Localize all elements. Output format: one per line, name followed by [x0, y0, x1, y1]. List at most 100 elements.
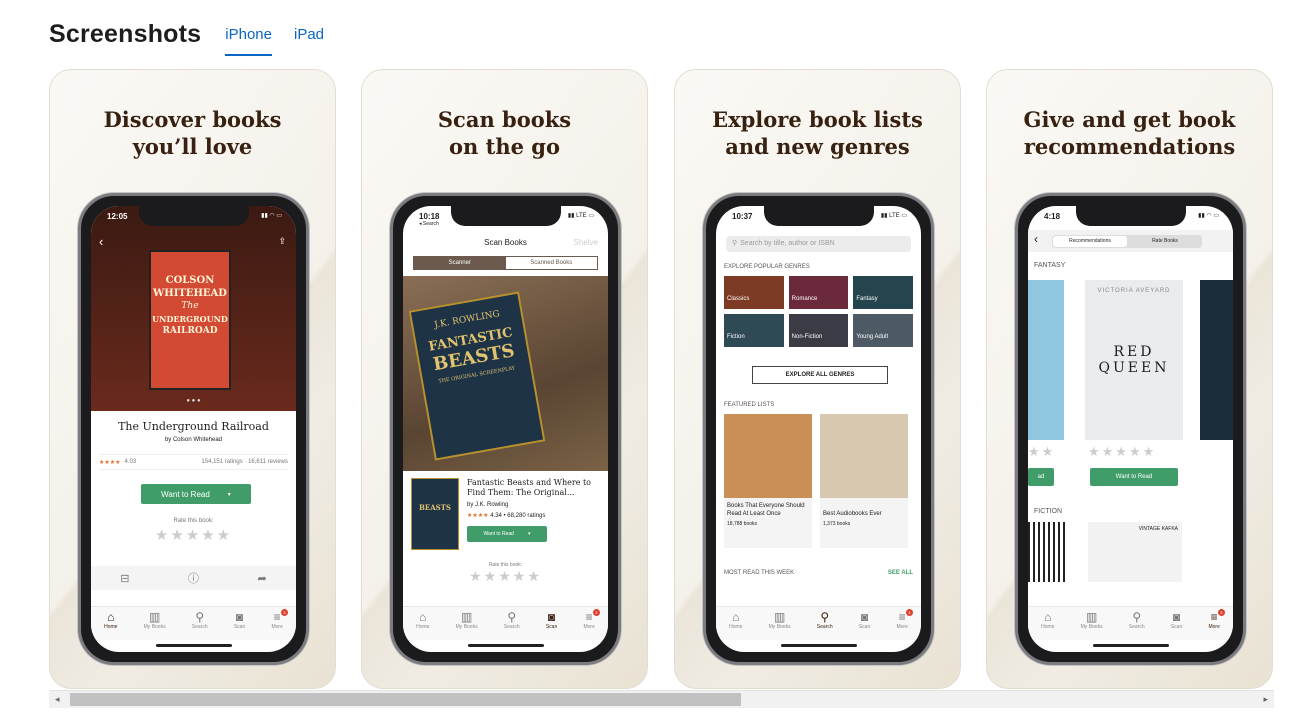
menu-icon: ≡	[1210, 610, 1218, 624]
want-to-read-button[interactable]: Want to Read ▾	[467, 526, 547, 542]
phone-frame: 12:05 ▮▮ ◠ ▭ ‹ ⇪ COLSON WHITEHEAD The UN…	[78, 193, 309, 665]
search-icon: ⚲	[820, 610, 830, 624]
want-to-read-button[interactable]: Want to Read ▾	[141, 484, 251, 504]
tab-ipad[interactable]: iPad	[294, 18, 324, 54]
genre-tile[interactable]: Classics	[724, 276, 784, 309]
tab-my-books[interactable]: ▥ My Books	[769, 607, 791, 640]
tab-home[interactable]: ⌂ Home	[104, 607, 117, 640]
featured-list-card[interactable]: Best Audiobooks Ever 1,373 books	[820, 414, 908, 548]
genre-tile[interactable]: Young Adult	[853, 314, 913, 347]
tab-more[interactable]: ≡ More 3	[896, 607, 913, 640]
segment-rate-books[interactable]: Rate Books	[1128, 235, 1202, 248]
segment-recommendations[interactable]: Recommendations	[1053, 236, 1127, 247]
tab-search[interactable]: ⚲ Search	[817, 607, 833, 640]
status-icons: ▮▮ ◠ ▭	[1198, 213, 1219, 219]
book-cover-red-queen[interactable]: VICTORIA AVEYARD RED QUEEN	[1085, 280, 1183, 440]
featured-list-card[interactable]: Books That Everyone Should Read At Least…	[724, 414, 812, 548]
book-title: Fantastic Beasts and Where to Find Them:…	[467, 478, 591, 497]
want-to-read-button[interactable]: Want to Read	[1090, 468, 1178, 486]
tab-scan[interactable]: ◙ Scan	[859, 607, 870, 640]
card-title: Give and get book recommendations	[1023, 107, 1236, 159]
preview-icon[interactable]: ⊟	[120, 572, 129, 585]
book-cover	[1028, 522, 1068, 582]
genre-tile[interactable]: Fiction	[724, 314, 784, 347]
featured-header: FEATURED LISTS	[724, 402, 775, 408]
rate-stars[interactable]: ★★★★★	[403, 568, 608, 585]
camera-icon: ◙	[547, 610, 556, 624]
tab-scan[interactable]: ◙ Scan	[234, 607, 245, 640]
book-cover-kafka: VINTAGE KAFKA	[1088, 522, 1182, 582]
action-bar: ⊟ ⓘ ➦	[91, 566, 296, 590]
book-author[interactable]: by J.K. Rowling	[467, 502, 508, 508]
tab-search[interactable]: ⚲ Search	[1129, 607, 1145, 640]
book-author[interactable]: by Colson Whitehead	[91, 437, 296, 443]
rate-stars[interactable]: ★★	[1028, 444, 1068, 460]
tab-more[interactable]: ≡ More 3	[1208, 607, 1225, 640]
phone-frame: 4:18 ▮▮ ◠ ▭ ‹ Recommendations Rate Books…	[1015, 193, 1246, 665]
book-cover-right	[1200, 280, 1233, 440]
horizontal-scrollbar[interactable]: ◂ ▸	[49, 690, 1274, 708]
card-title: Discover books you’ll love	[103, 107, 282, 159]
book-cover: COLSON WHITEHEAD The UNDERGROUND RAILROA…	[149, 250, 231, 390]
shelve-button[interactable]: Shelve	[574, 238, 598, 247]
segment-scanner[interactable]: Scanner	[414, 257, 506, 269]
tab-my-books[interactable]: ▥ My Books	[1081, 607, 1103, 640]
fiction-header: FICTION	[1034, 508, 1062, 515]
tab-home[interactable]: ⌂ Home	[729, 607, 742, 640]
genre-tile[interactable]: Romance	[788, 276, 849, 309]
see-all-link[interactable]: SEE ALL	[888, 570, 913, 576]
tab-bar: ⌂ Home ▥ My Books ⚲ Search ◙ Scan ≡ More 2	[403, 606, 608, 640]
back-icon[interactable]: ‹	[1034, 232, 1038, 246]
screenshot-card-1[interactable]: Discover books you’ll love 12:05 ▮▮ ◠ ▭ …	[49, 69, 336, 689]
tab-scan[interactable]: ◙ Scan	[546, 607, 557, 640]
genre-tile[interactable]: Non-Fiction	[788, 314, 849, 347]
books-icon: ▥	[148, 610, 161, 624]
genre-tile[interactable]: Fantasy	[853, 276, 913, 309]
phone-screen: 4:18 ▮▮ ◠ ▭ ‹ Recommendations Rate Books…	[1028, 206, 1233, 652]
back-icon[interactable]: ‹	[99, 234, 103, 249]
back-link[interactable]: ◂ Search	[419, 221, 439, 227]
rating-stars-icon: ★★★★	[99, 459, 121, 466]
tab-search[interactable]: ⚲ Search	[504, 607, 520, 640]
section-title: Screenshots	[49, 20, 202, 48]
tab-home[interactable]: ⌂ Home	[416, 607, 429, 640]
rate-stars[interactable]: ★★★★★	[91, 526, 296, 544]
scrollbar-thumb[interactable]	[70, 693, 741, 706]
screenshot-card-4[interactable]: Give and get book recommendations 4:18 ▮…	[986, 69, 1273, 689]
tab-scan[interactable]: ◙ Scan	[1171, 607, 1182, 640]
search-input[interactable]: ⚲ Search by title, author or ISBN	[726, 236, 911, 252]
tab-home[interactable]: ⌂ Home	[1041, 607, 1054, 640]
tab-bar: ⌂ Home ▥ My Books ⚲ Search ◙ Scan ≡ More 3	[1028, 606, 1233, 640]
camera-icon: ◙	[235, 610, 244, 624]
rate-stars[interactable]: ★★★★★	[1088, 444, 1156, 460]
status-time: 10:37	[732, 212, 753, 221]
search-icon: ⚲	[195, 610, 205, 624]
screenshot-card-2[interactable]: Scan books on the go 10:18 ◂ Search ▮▮ L…	[361, 69, 648, 689]
share-icon[interactable]: ⇪	[278, 236, 286, 247]
books-icon: ▥	[1085, 610, 1098, 624]
genres-header: EXPLORE POPULAR GENRES	[724, 264, 810, 270]
tab-search[interactable]: ⚲ Search	[192, 607, 208, 640]
segmented-control: Recommendations Rate Books	[1052, 235, 1202, 248]
menu-icon: ≡	[273, 610, 281, 624]
explore-all-genres-button[interactable]: EXPLORE ALL GENRES	[752, 366, 888, 384]
most-read-header: MOST READ THIS WEEK	[724, 570, 795, 576]
books-icon: ▥	[773, 610, 786, 624]
card-title: Scan books on the go	[437, 107, 572, 159]
scroll-right-arrow-icon[interactable]: ▸	[1263, 694, 1268, 705]
menu-icon: ≡	[898, 610, 906, 624]
rating-row: ★★★★ 4.34 • 68,280 ratings	[467, 513, 546, 519]
want-to-read-button[interactable]: ad	[1028, 468, 1054, 486]
camera-icon: ◙	[860, 610, 869, 624]
screenshot-card-3[interactable]: Explore book lists and new genres 10:37 …	[674, 69, 961, 689]
info-icon[interactable]: ⓘ	[188, 570, 199, 586]
tab-more[interactable]: ≡ More 3	[271, 607, 288, 640]
scroll-left-arrow-icon[interactable]: ◂	[55, 694, 60, 705]
tab-my-books[interactable]: ▥ My Books	[144, 607, 166, 640]
tab-more[interactable]: ≡ More 2	[583, 607, 600, 640]
tab-bar: ⌂ Home ▥ My Books ⚲ Search ◙ Scan ≡ More 3	[91, 606, 296, 640]
tab-iphone[interactable]: iPhone	[225, 18, 272, 56]
share-arrow-icon[interactable]: ➦	[258, 572, 267, 585]
tab-my-books[interactable]: ▥ My Books	[456, 607, 478, 640]
segment-scanned-books[interactable]: Scanned Books	[506, 257, 598, 269]
